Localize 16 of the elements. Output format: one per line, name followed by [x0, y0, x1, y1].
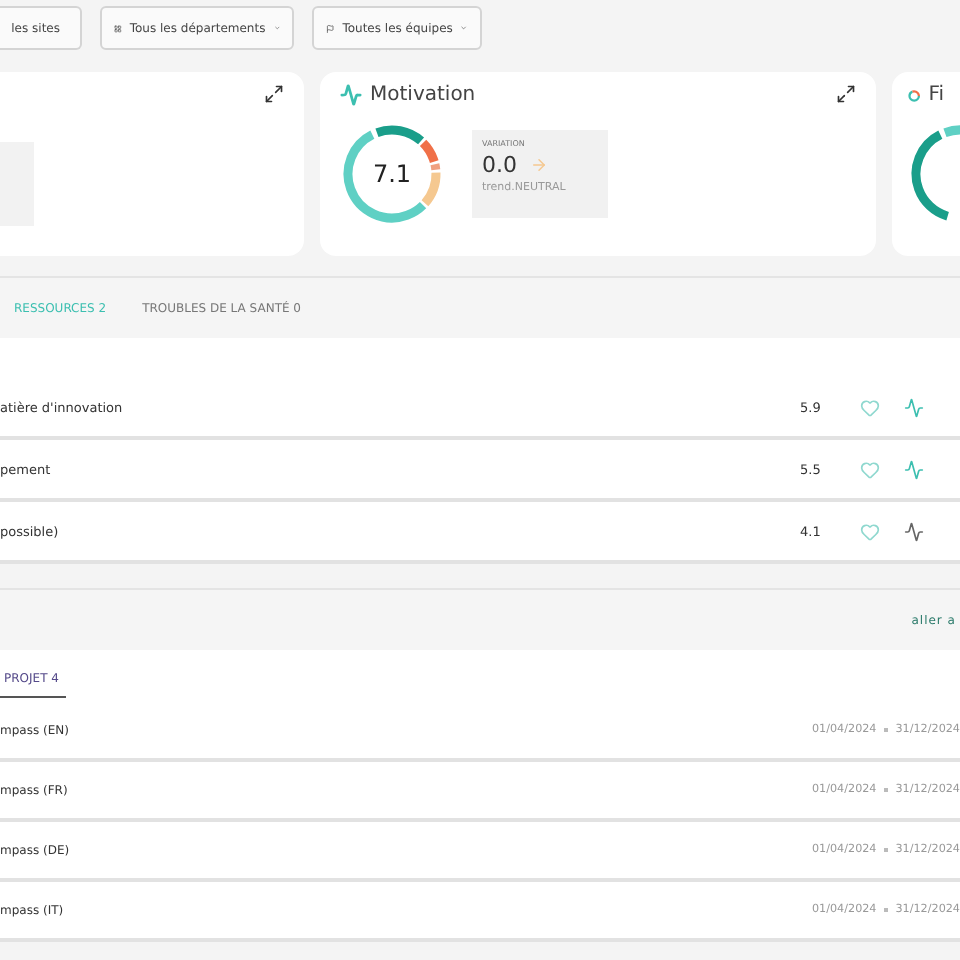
variation-value: 0.0 [482, 152, 517, 178]
grid-icon [114, 21, 122, 35]
pulse-icon[interactable] [904, 521, 924, 541]
card-title: Fi [928, 84, 944, 106]
ring-icon [908, 85, 921, 105]
flag-icon [326, 21, 335, 35]
arrow-right-icon [529, 156, 547, 174]
score-value: 7.1 [372, 160, 412, 188]
expand-icon[interactable] [836, 84, 856, 104]
heart-icon[interactable] [860, 521, 880, 541]
heart-icon[interactable] [860, 397, 880, 417]
heart-icon[interactable] [860, 459, 880, 479]
expand-icon[interactable] [264, 84, 284, 104]
donut-gauge [340, 122, 444, 226]
card-title: Motivation [370, 84, 476, 106]
pulse-icon [340, 84, 362, 106]
